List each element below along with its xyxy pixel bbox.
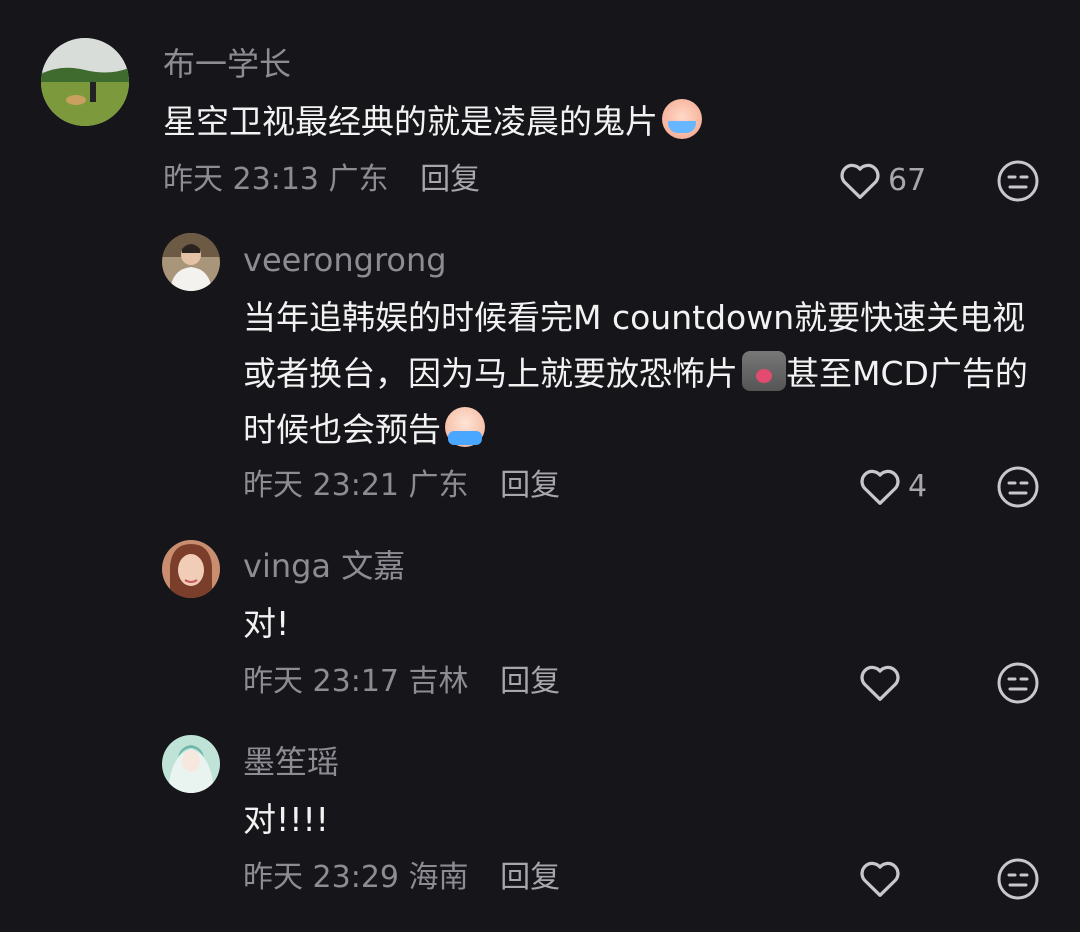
heart-outline-icon — [860, 469, 900, 505]
comment-location: 吉林 — [408, 664, 469, 699]
username[interactable]: veerongrong — [243, 240, 447, 280]
comment-location: 广东 — [328, 162, 389, 197]
reply-button[interactable]: 回复 — [420, 162, 480, 197]
reply-button[interactable]: 回复 — [500, 860, 560, 895]
crying-face-emoji — [662, 99, 702, 139]
reply-button[interactable]: 回复 — [500, 664, 560, 699]
avatar-woman-portrait — [162, 540, 220, 598]
comment-meta: 昨天 23:17 吉林 回复 — [243, 662, 560, 702]
comment-text: 当年追韩娱的时候看完M countdown就要快速关电视或者换台，因为马上就要放… — [243, 290, 1033, 458]
comment-location: 广东 — [408, 468, 469, 503]
like-button[interactable] — [858, 662, 902, 702]
avatar[interactable] — [41, 38, 129, 126]
heart-outline-icon — [840, 163, 880, 199]
like-button[interactable] — [858, 858, 902, 898]
reply-button[interactable]: 回复 — [500, 468, 560, 503]
comment-meta: 昨天 23:13 广东 回复 — [163, 160, 480, 200]
tearful-face-emoji — [445, 407, 485, 447]
comment-meta: 昨天 23:29 海南 回复 — [243, 858, 560, 898]
dislike-button[interactable] — [996, 159, 1040, 207]
username[interactable]: 墨笙瑶 — [243, 742, 339, 782]
like-button[interactable]: 4 — [858, 466, 927, 506]
like-count: 4 — [908, 468, 928, 504]
username[interactable]: vinga 文嘉 — [243, 546, 405, 586]
comment-time: 昨天 23:13 — [163, 162, 319, 197]
avatar-anime-character — [162, 735, 220, 793]
like-button[interactable]: 67 — [838, 160, 926, 200]
comment-meta: 昨天 23:21 广东 回复 — [243, 466, 560, 506]
heart-outline-icon — [860, 665, 900, 701]
comment-text-body: 对!!!! — [243, 800, 329, 839]
neutral-face-icon — [997, 858, 1039, 900]
avatar[interactable] — [162, 233, 220, 291]
comment-time: 昨天 23:17 — [243, 664, 399, 699]
avatar-landscape-dog — [41, 38, 129, 126]
username[interactable]: 布一学长 — [163, 44, 291, 84]
comment-text: 对!!!! — [243, 792, 1033, 848]
comment-time: 昨天 23:29 — [243, 860, 399, 895]
comment-time: 昨天 23:21 — [243, 468, 399, 503]
dislike-button[interactable] — [996, 465, 1040, 513]
neutral-face-icon — [997, 466, 1039, 508]
neutral-face-icon — [997, 662, 1039, 704]
heart-outline-icon — [860, 861, 900, 897]
screaming-cat-emoji — [742, 351, 786, 391]
comment-location: 海南 — [408, 860, 469, 895]
comment-text: 对! — [243, 596, 1033, 652]
dislike-button[interactable] — [996, 661, 1040, 709]
avatar-person-white-shirt — [162, 233, 220, 291]
avatar[interactable] — [162, 540, 220, 598]
like-count: 67 — [888, 162, 927, 198]
comment-text-body: 星空卫视最经典的就是凌晨的鬼片 — [163, 102, 658, 141]
avatar[interactable] — [162, 735, 220, 793]
neutral-face-icon — [997, 160, 1039, 202]
comment-text-body: 对! — [243, 604, 290, 643]
comment-text: 星空卫视最经典的就是凌晨的鬼片 — [163, 94, 1023, 150]
dislike-button[interactable] — [996, 857, 1040, 905]
